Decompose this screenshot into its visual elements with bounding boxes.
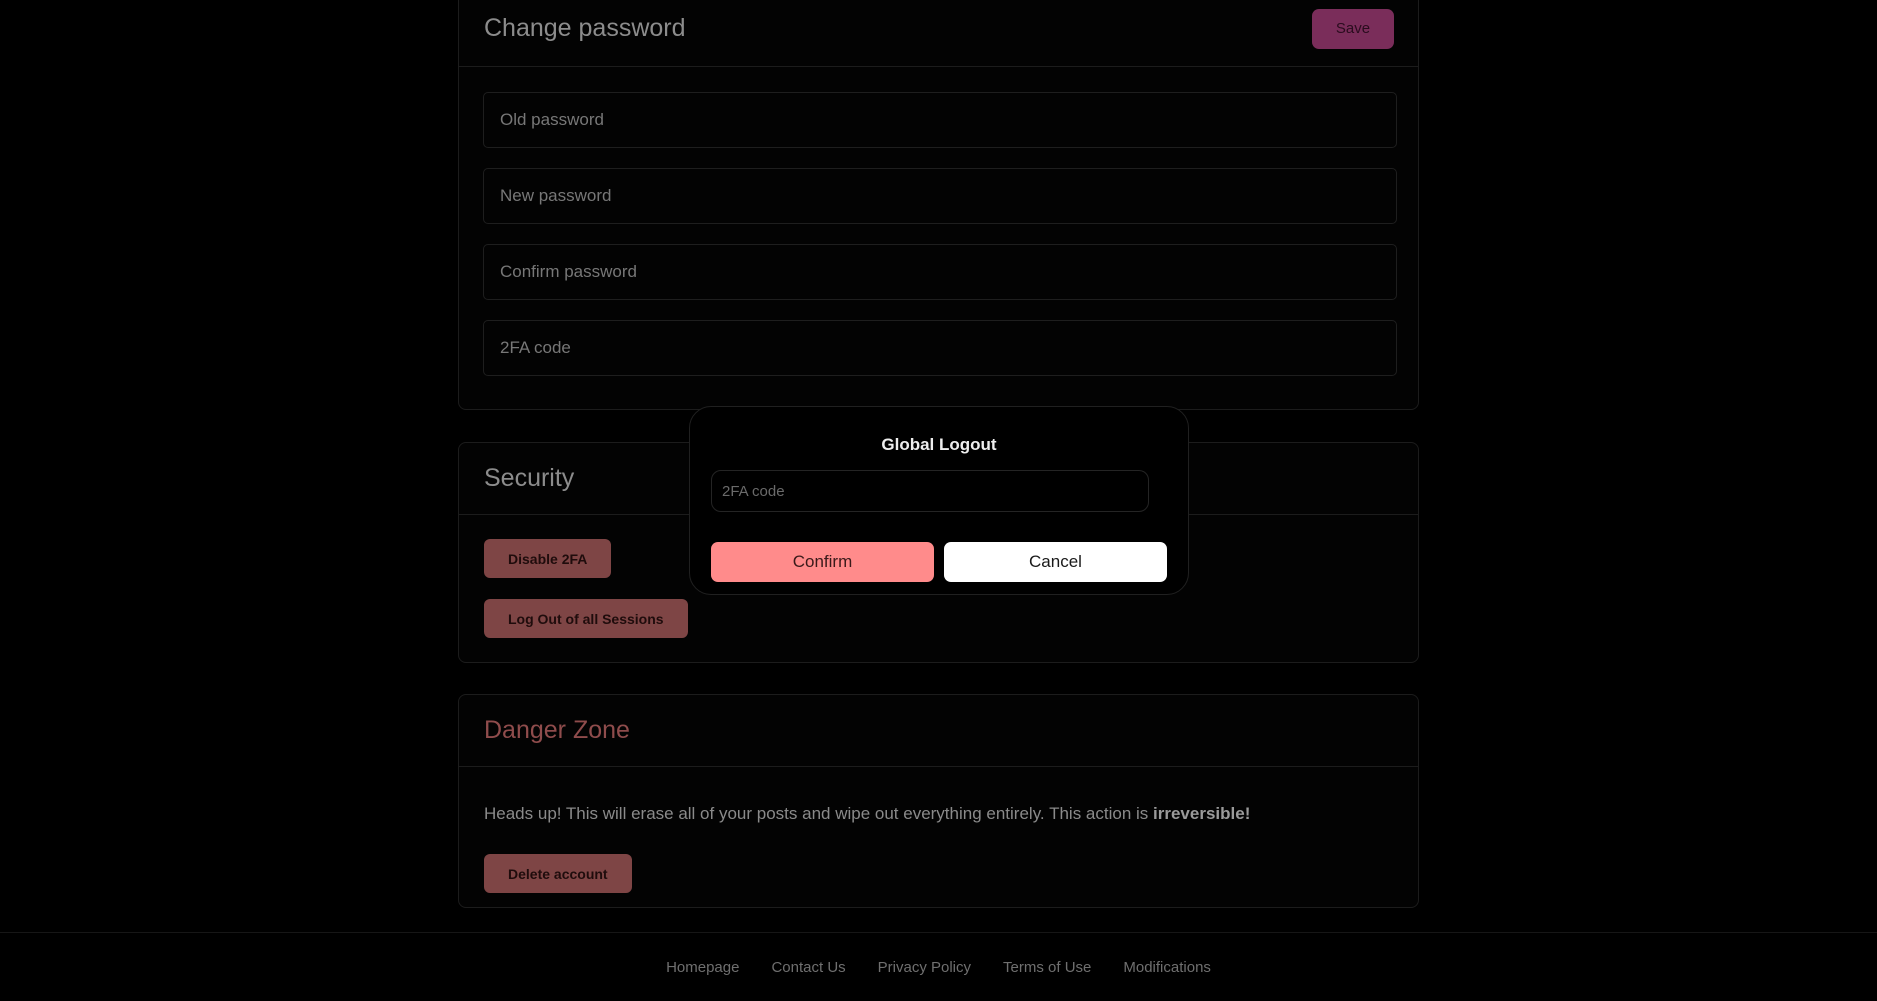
footer-link-homepage[interactable]: Homepage bbox=[666, 959, 739, 976]
old-password-input[interactable] bbox=[483, 92, 1397, 148]
modal-actions: Confirm Cancel bbox=[711, 542, 1167, 582]
warning-emphasis: irreversible! bbox=[1153, 804, 1251, 823]
footer-link-modifications[interactable]: Modifications bbox=[1123, 959, 1211, 976]
logout-all-sessions-button[interactable]: Log Out of all Sessions bbox=[484, 599, 688, 638]
warning-message: Heads up! This will erase all of your po… bbox=[484, 804, 1154, 823]
disable-2fa-button[interactable]: Disable 2FA bbox=[484, 539, 612, 578]
change-password-card: Change password Save bbox=[458, 0, 1419, 410]
save-button[interactable]: Save bbox=[1312, 8, 1394, 49]
password-fields bbox=[459, 67, 1418, 376]
footer-link-terms-of-use[interactable]: Terms of Use bbox=[1003, 959, 1091, 976]
global-logout-modal: Global Logout Confirm Cancel bbox=[689, 406, 1189, 595]
security-title: Security bbox=[484, 464, 575, 492]
danger-zone-header: Danger Zone bbox=[459, 695, 1418, 767]
danger-warning-text: Heads up! This will erase all of your po… bbox=[484, 804, 1393, 824]
confirm-button[interactable]: Confirm bbox=[711, 542, 934, 582]
footer-link-privacy-policy[interactable]: Privacy Policy bbox=[878, 959, 971, 976]
danger-zone-body: Heads up! This will erase all of your po… bbox=[459, 767, 1418, 917]
cancel-button[interactable]: Cancel bbox=[944, 542, 1167, 582]
twofa-code-input[interactable] bbox=[483, 320, 1397, 376]
change-password-title: Change password bbox=[484, 14, 686, 42]
delete-account-button[interactable]: Delete account bbox=[484, 854, 632, 893]
change-password-header: Change password Save bbox=[459, 0, 1418, 67]
modal-title: Global Logout bbox=[881, 435, 997, 454]
danger-zone-title: Danger Zone bbox=[484, 716, 630, 744]
footer-link-contact-us[interactable]: Contact Us bbox=[771, 959, 845, 976]
modal-2fa-input[interactable] bbox=[711, 470, 1149, 512]
danger-zone-card: Danger Zone Heads up! This will erase al… bbox=[458, 694, 1419, 908]
confirm-password-input[interactable] bbox=[483, 244, 1397, 300]
new-password-input[interactable] bbox=[483, 168, 1397, 224]
footer: Homepage Contact Us Privacy Policy Terms… bbox=[0, 932, 1877, 1001]
